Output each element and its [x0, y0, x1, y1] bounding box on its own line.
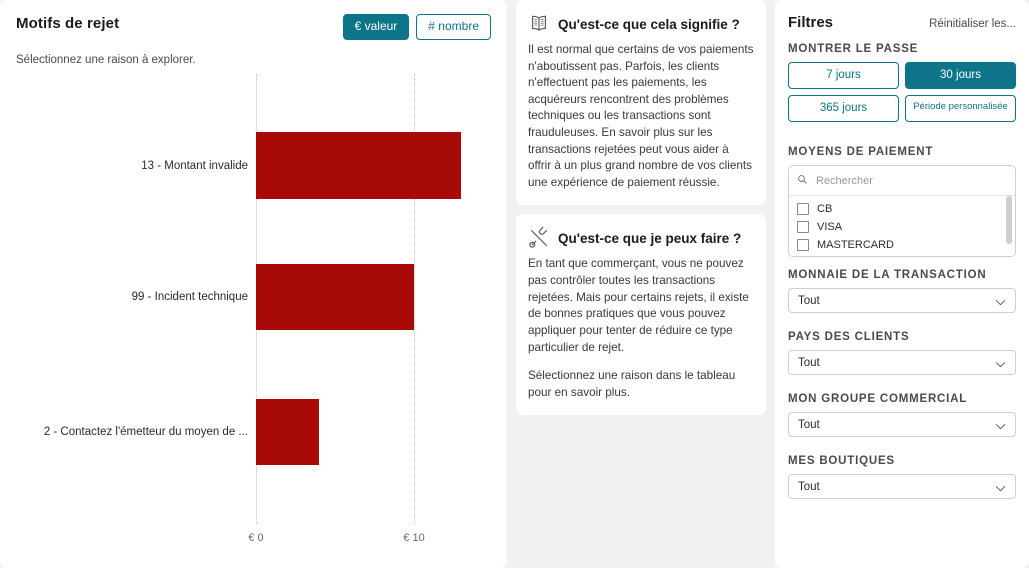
shops-select-label: MES BOUTIQUES — [788, 455, 895, 468]
business-group-select-label: MON GROUPE COMMERCIAL — [788, 393, 968, 406]
period-chip-365-days[interactable]: 365 jours — [788, 95, 899, 123]
bar-1[interactable] — [256, 264, 414, 330]
info-title: Qu'est-ce que je peux faire ? — [558, 230, 742, 246]
chevron-down-icon — [995, 359, 1006, 368]
option-label: VISA — [817, 221, 843, 234]
currency-select-label: MONNAIE DE LA TRANSACTION — [788, 269, 987, 282]
page-title: Motifs de rejet — [16, 15, 120, 32]
chevron-down-icon — [995, 297, 1006, 306]
filters-header: Filtres Réinitialiser les... — [788, 14, 1016, 31]
country-select-label: PAYS DES CLIENTS — [788, 331, 910, 344]
chevron-down-icon — [995, 421, 1006, 430]
option-cb[interactable]: CB — [797, 200, 1007, 218]
option-mastercard[interactable]: MASTERCARD — [797, 236, 1007, 254]
period-section-label: MONTRER LE PASSE — [788, 43, 919, 55]
info-header: Qu'est-ce que je peux faire ? — [528, 226, 754, 249]
tools-icon — [528, 226, 550, 249]
search-row — [789, 166, 1015, 197]
period-chip-30-days[interactable]: 30 jours — [905, 62, 1016, 90]
info-title: Qu'est-ce que cela signifie ? — [558, 16, 740, 32]
toggle-value-button[interactable]: € valeur — [342, 14, 410, 40]
xtick-label-1: € 10 — [403, 532, 425, 544]
info-paragraph: Il est normal que certains de vos paieme… — [528, 43, 754, 189]
reset-filters-link[interactable]: Réinitialiser les... — [929, 18, 1016, 30]
select-value: Tout — [798, 480, 820, 493]
option-label: MASTERCARD — [817, 239, 895, 252]
select-value: Tout — [798, 356, 820, 369]
info-card-actions: Qu'est-ce que je peux faire ? En tant qu… — [516, 214, 766, 416]
info-paragraph: En tant que commerçant, vous ne pouvez p… — [528, 257, 749, 354]
shops-select[interactable]: Tout — [788, 474, 1016, 500]
bar-chart: 13 - Montant invalide 99 - Incident tech… — [0, 74, 507, 568]
checkbox-icon[interactable] — [797, 221, 809, 234]
xtick-label-0: € 0 — [248, 532, 264, 544]
currency-select[interactable]: Tout — [788, 288, 1016, 314]
info-body: En tant que commerçant, vous ne pouvez p… — [528, 256, 754, 401]
option-label: CB — [817, 203, 833, 216]
info-card-meaning: Qu'est-ce que cela signifie ? Il est nor… — [516, 0, 766, 206]
bar-0[interactable] — [256, 132, 462, 199]
period-chip-7-days[interactable]: 7 jours — [788, 62, 899, 90]
select-value: Tout — [798, 418, 820, 431]
listbox-scrollbar[interactable] — [1006, 196, 1012, 245]
search-icon — [797, 172, 808, 190]
page-root: Motifs de rejet € valeur # nombre Sélect… — [0, 0, 1029, 568]
business-group-select[interactable]: Tout — [788, 412, 1016, 438]
search-input[interactable] — [814, 174, 1007, 189]
select-value: Tout — [798, 294, 820, 307]
payment-methods-options: CB VISA MASTERCARD UNKNOWN — [789, 196, 1015, 256]
category-label-2: 2 - Contactez l'émetteur du moyen de ... — [43, 426, 248, 438]
payment-methods-listbox[interactable]: CB VISA MASTERCARD UNKNOWN — [788, 165, 1016, 258]
metric-toggle-group: € valeur # nombre — [342, 14, 491, 40]
filters-card: Filtres Réinitialiser les... MONTRER LE … — [775, 0, 1029, 568]
chart-panel: Motifs de rejet € valeur # nombre Sélect… — [0, 0, 507, 568]
filters-panel: Filtres Réinitialiser les... MONTRER LE … — [775, 0, 1029, 568]
checkbox-icon[interactable] — [797, 203, 809, 216]
period-chip-group: 7 jours 30 jours 365 jours Période perso… — [788, 62, 1016, 123]
chart-header: Motifs de rejet € valeur # nombre — [16, 14, 491, 40]
book-icon — [528, 13, 550, 35]
chart-subtitle: Sélectionnez une raison à explorer. — [16, 53, 196, 66]
checkbox-icon[interactable] — [797, 239, 809, 252]
bar-2[interactable] — [256, 399, 320, 465]
info-panel: Qu'est-ce que cela signifie ? Il est nor… — [516, 0, 766, 568]
option-unknown[interactable]: UNKNOWN — [797, 254, 1007, 256]
payment-methods-label: MOYENS DE PAIEMENT — [788, 146, 934, 159]
option-visa[interactable]: VISA — [797, 218, 1007, 236]
category-label-1: 99 - Incident technique — [131, 291, 248, 303]
chevron-down-icon — [995, 483, 1006, 492]
info-header: Qu'est-ce que cela signifie ? — [528, 13, 754, 35]
chart-card: Motifs de rejet € valeur # nombre Sélect… — [0, 0, 507, 568]
period-chip-custom[interactable]: Période personnalisée — [905, 95, 1016, 123]
info-paragraph: Sélectionnez une raison dans le tableau … — [528, 369, 736, 399]
toggle-count-button[interactable]: # nombre — [416, 14, 491, 40]
country-select[interactable]: Tout — [788, 350, 1016, 376]
info-body: Il est normal que certains de vos paieme… — [528, 42, 754, 191]
category-label-0: 13 - Montant invalide — [141, 160, 248, 172]
filters-title: Filtres — [788, 14, 834, 31]
